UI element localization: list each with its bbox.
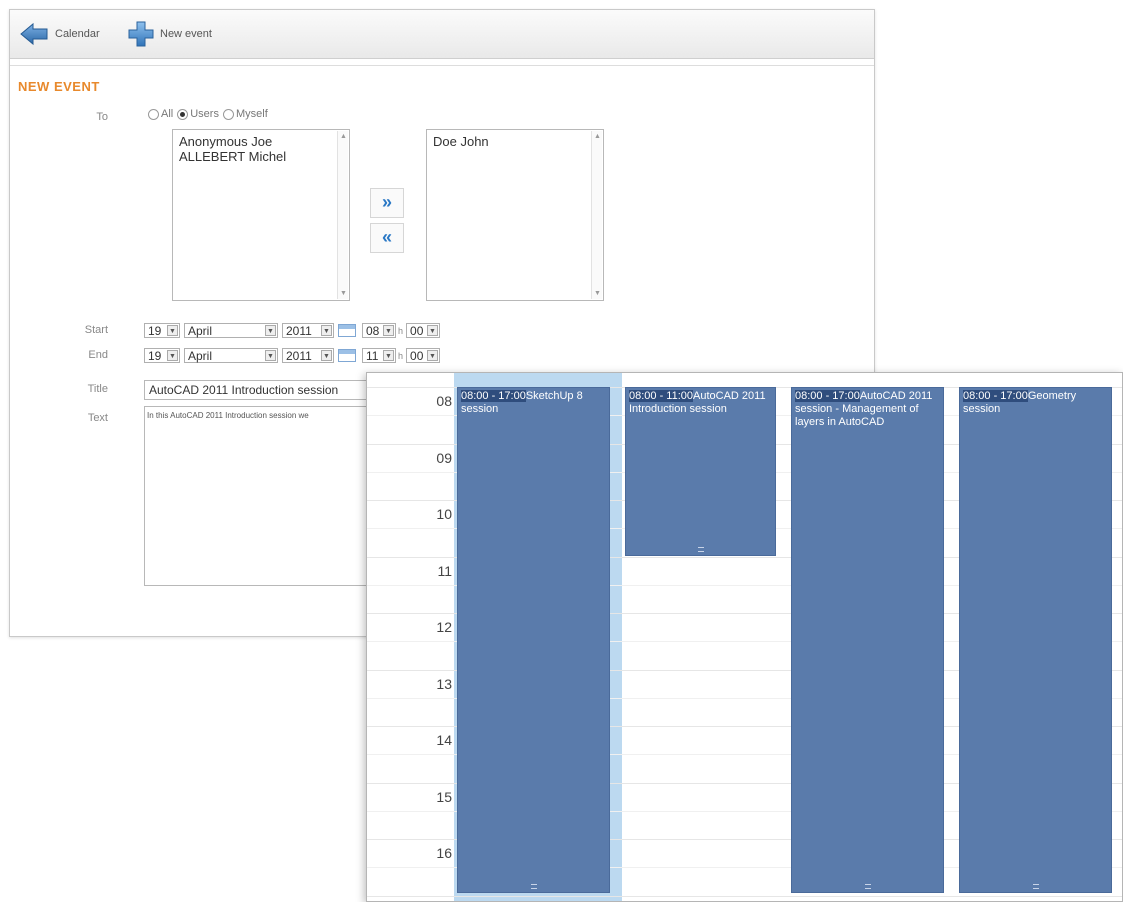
- hour-label: 09: [436, 450, 452, 466]
- remove-user-button[interactable]: «: [370, 223, 404, 253]
- end-minute-value: 00: [410, 348, 424, 363]
- start-day-value: 19: [148, 323, 162, 338]
- radio-all[interactable]: [148, 108, 159, 120]
- start-datetime: 19 ▼ April ▼ 2011 ▼ 08 ▼ h 00 ▼: [144, 322, 444, 339]
- calendar-event[interactable]: 08:00 - 17:00SketchUp 8 session: [457, 387, 610, 893]
- hour-label: 08: [436, 393, 452, 409]
- calendar-day-view: 08 09 10 11 12 13 14 15 16 08:00 - 17:00SketchUp…: [366, 372, 1123, 902]
- title-input[interactable]: AutoCAD 2011 Introduction session: [144, 380, 374, 400]
- list-item[interactable]: Doe John: [433, 134, 603, 149]
- start-label: Start: [84, 324, 108, 336]
- hour-separator: h: [398, 325, 404, 336]
- start-minute-select[interactable]: 00 ▼: [406, 323, 441, 338]
- start-hour-select[interactable]: 08 ▼: [362, 323, 396, 338]
- new-event-button-label: New event: [160, 28, 212, 40]
- radio-all-label: All: [161, 108, 174, 120]
- end-day-value: 19: [148, 348, 162, 363]
- dropdown-arrow-icon: ▼: [265, 325, 276, 336]
- dropdown-arrow-icon: ▼: [167, 325, 178, 336]
- list-item[interactable]: ALLEBERT Michel: [179, 149, 349, 164]
- text-label: Text: [87, 412, 108, 424]
- end-minute-select[interactable]: 00 ▼: [406, 348, 441, 363]
- calendar-button-label: Calendar: [55, 28, 100, 40]
- hour-label: 12: [436, 619, 452, 635]
- back-arrow-icon: [20, 22, 48, 46]
- radio-users-label: Users: [190, 108, 219, 120]
- scroll-up-icon[interactable]: ▲: [340, 133, 347, 140]
- dropdown-arrow-icon: ▼: [321, 350, 332, 361]
- plus-icon: [128, 21, 154, 47]
- event-time: 08:00 - 17:00: [963, 390, 1028, 402]
- hour-label: 11: [437, 563, 452, 579]
- hour-grid-line: [367, 896, 1122, 897]
- hour-label: 10: [436, 506, 452, 522]
- selected-users-list[interactable]: Doe John ▲ ▼: [426, 129, 604, 301]
- radio-myself-label: Myself: [235, 108, 268, 120]
- end-day-select[interactable]: 19 ▼: [144, 348, 180, 363]
- start-month-value: April: [188, 323, 213, 338]
- start-month-select[interactable]: April ▼: [184, 323, 278, 338]
- calendar-event[interactable]: 08:00 - 17:00AutoCAD 2011 session - Mana…: [791, 387, 944, 893]
- to-label: To: [96, 111, 108, 123]
- end-hour-select[interactable]: 11 ▼: [362, 348, 396, 363]
- scroll-up-icon[interactable]: ▲: [594, 133, 601, 140]
- scroll-down-icon[interactable]: ▼: [594, 290, 601, 297]
- add-user-button[interactable]: »: [370, 188, 404, 218]
- hour-label: 15: [436, 789, 452, 805]
- end-hour-value: 11: [366, 348, 379, 363]
- resize-handle[interactable]: [697, 547, 704, 552]
- calendar-picker-icon[interactable]: [338, 349, 356, 362]
- hour-label: 14: [436, 732, 452, 748]
- radio-users[interactable]: [177, 108, 189, 120]
- recipient-radio-group: All Users Myself: [144, 108, 268, 120]
- start-year-value: 2011: [286, 323, 312, 338]
- event-time: 08:00 - 17:00: [795, 390, 860, 402]
- scrollbar[interactable]: ▲ ▼: [591, 131, 602, 299]
- hour-label: 13: [436, 676, 452, 692]
- available-users-list[interactable]: Anonymous Joe ALLEBERT Michel ▲ ▼: [172, 129, 350, 301]
- start-minute-value: 00: [410, 323, 424, 338]
- new-event-button[interactable]: New event: [128, 20, 212, 48]
- end-datetime: 19 ▼ April ▼ 2011 ▼ 11 ▼ h 00 ▼: [144, 347, 444, 364]
- dropdown-arrow-icon: ▼: [427, 325, 439, 336]
- start-year-select[interactable]: 2011 ▼: [282, 323, 334, 338]
- dropdown-arrow-icon: ▼: [427, 350, 439, 361]
- scrollbar[interactable]: ▲ ▼: [337, 131, 348, 299]
- event-time: 08:00 - 11:00: [629, 390, 694, 402]
- dropdown-arrow-icon: ▼: [265, 350, 276, 361]
- radio-myself[interactable]: [222, 108, 234, 120]
- event-time: 08:00 - 17:00: [461, 390, 526, 402]
- resize-handle[interactable]: [1032, 884, 1039, 889]
- hour-separator: h: [398, 350, 404, 361]
- dropdown-arrow-icon: ▼: [383, 325, 394, 336]
- end-year-select[interactable]: 2011 ▼: [282, 348, 334, 363]
- calendar-button[interactable]: Calendar: [19, 20, 100, 48]
- resize-handle[interactable]: [530, 884, 537, 889]
- calendar-event[interactable]: 08:00 - 17:00Geometry session: [959, 387, 1112, 893]
- form-heading: NEW EVENT: [18, 79, 100, 94]
- calendar-picker-icon[interactable]: [338, 324, 356, 337]
- list-item[interactable]: Anonymous Joe: [179, 134, 349, 149]
- end-year-value: 2011: [286, 348, 312, 363]
- toolbar: Calendar New event: [10, 10, 874, 59]
- start-hour-value: 08: [366, 323, 380, 338]
- scroll-down-icon[interactable]: ▼: [340, 290, 347, 297]
- dropdown-arrow-icon: ▼: [383, 350, 394, 361]
- start-day-select[interactable]: 19 ▼: [144, 323, 180, 338]
- end-month-select[interactable]: April ▼: [184, 348, 278, 363]
- end-month-value: April: [188, 348, 213, 363]
- end-label: End: [88, 349, 108, 361]
- dropdown-arrow-icon: ▼: [167, 350, 178, 361]
- resize-handle[interactable]: [864, 884, 871, 889]
- hour-label: 16: [436, 845, 452, 861]
- calendar-event[interactable]: 08:00 - 11:00AutoCAD 2011 Introduction s…: [625, 387, 776, 556]
- title-label: Title: [87, 383, 108, 395]
- dropdown-arrow-icon: ▼: [321, 325, 332, 336]
- description-textarea[interactable]: In this AutoCAD 2011 Introduction sessio…: [144, 406, 374, 586]
